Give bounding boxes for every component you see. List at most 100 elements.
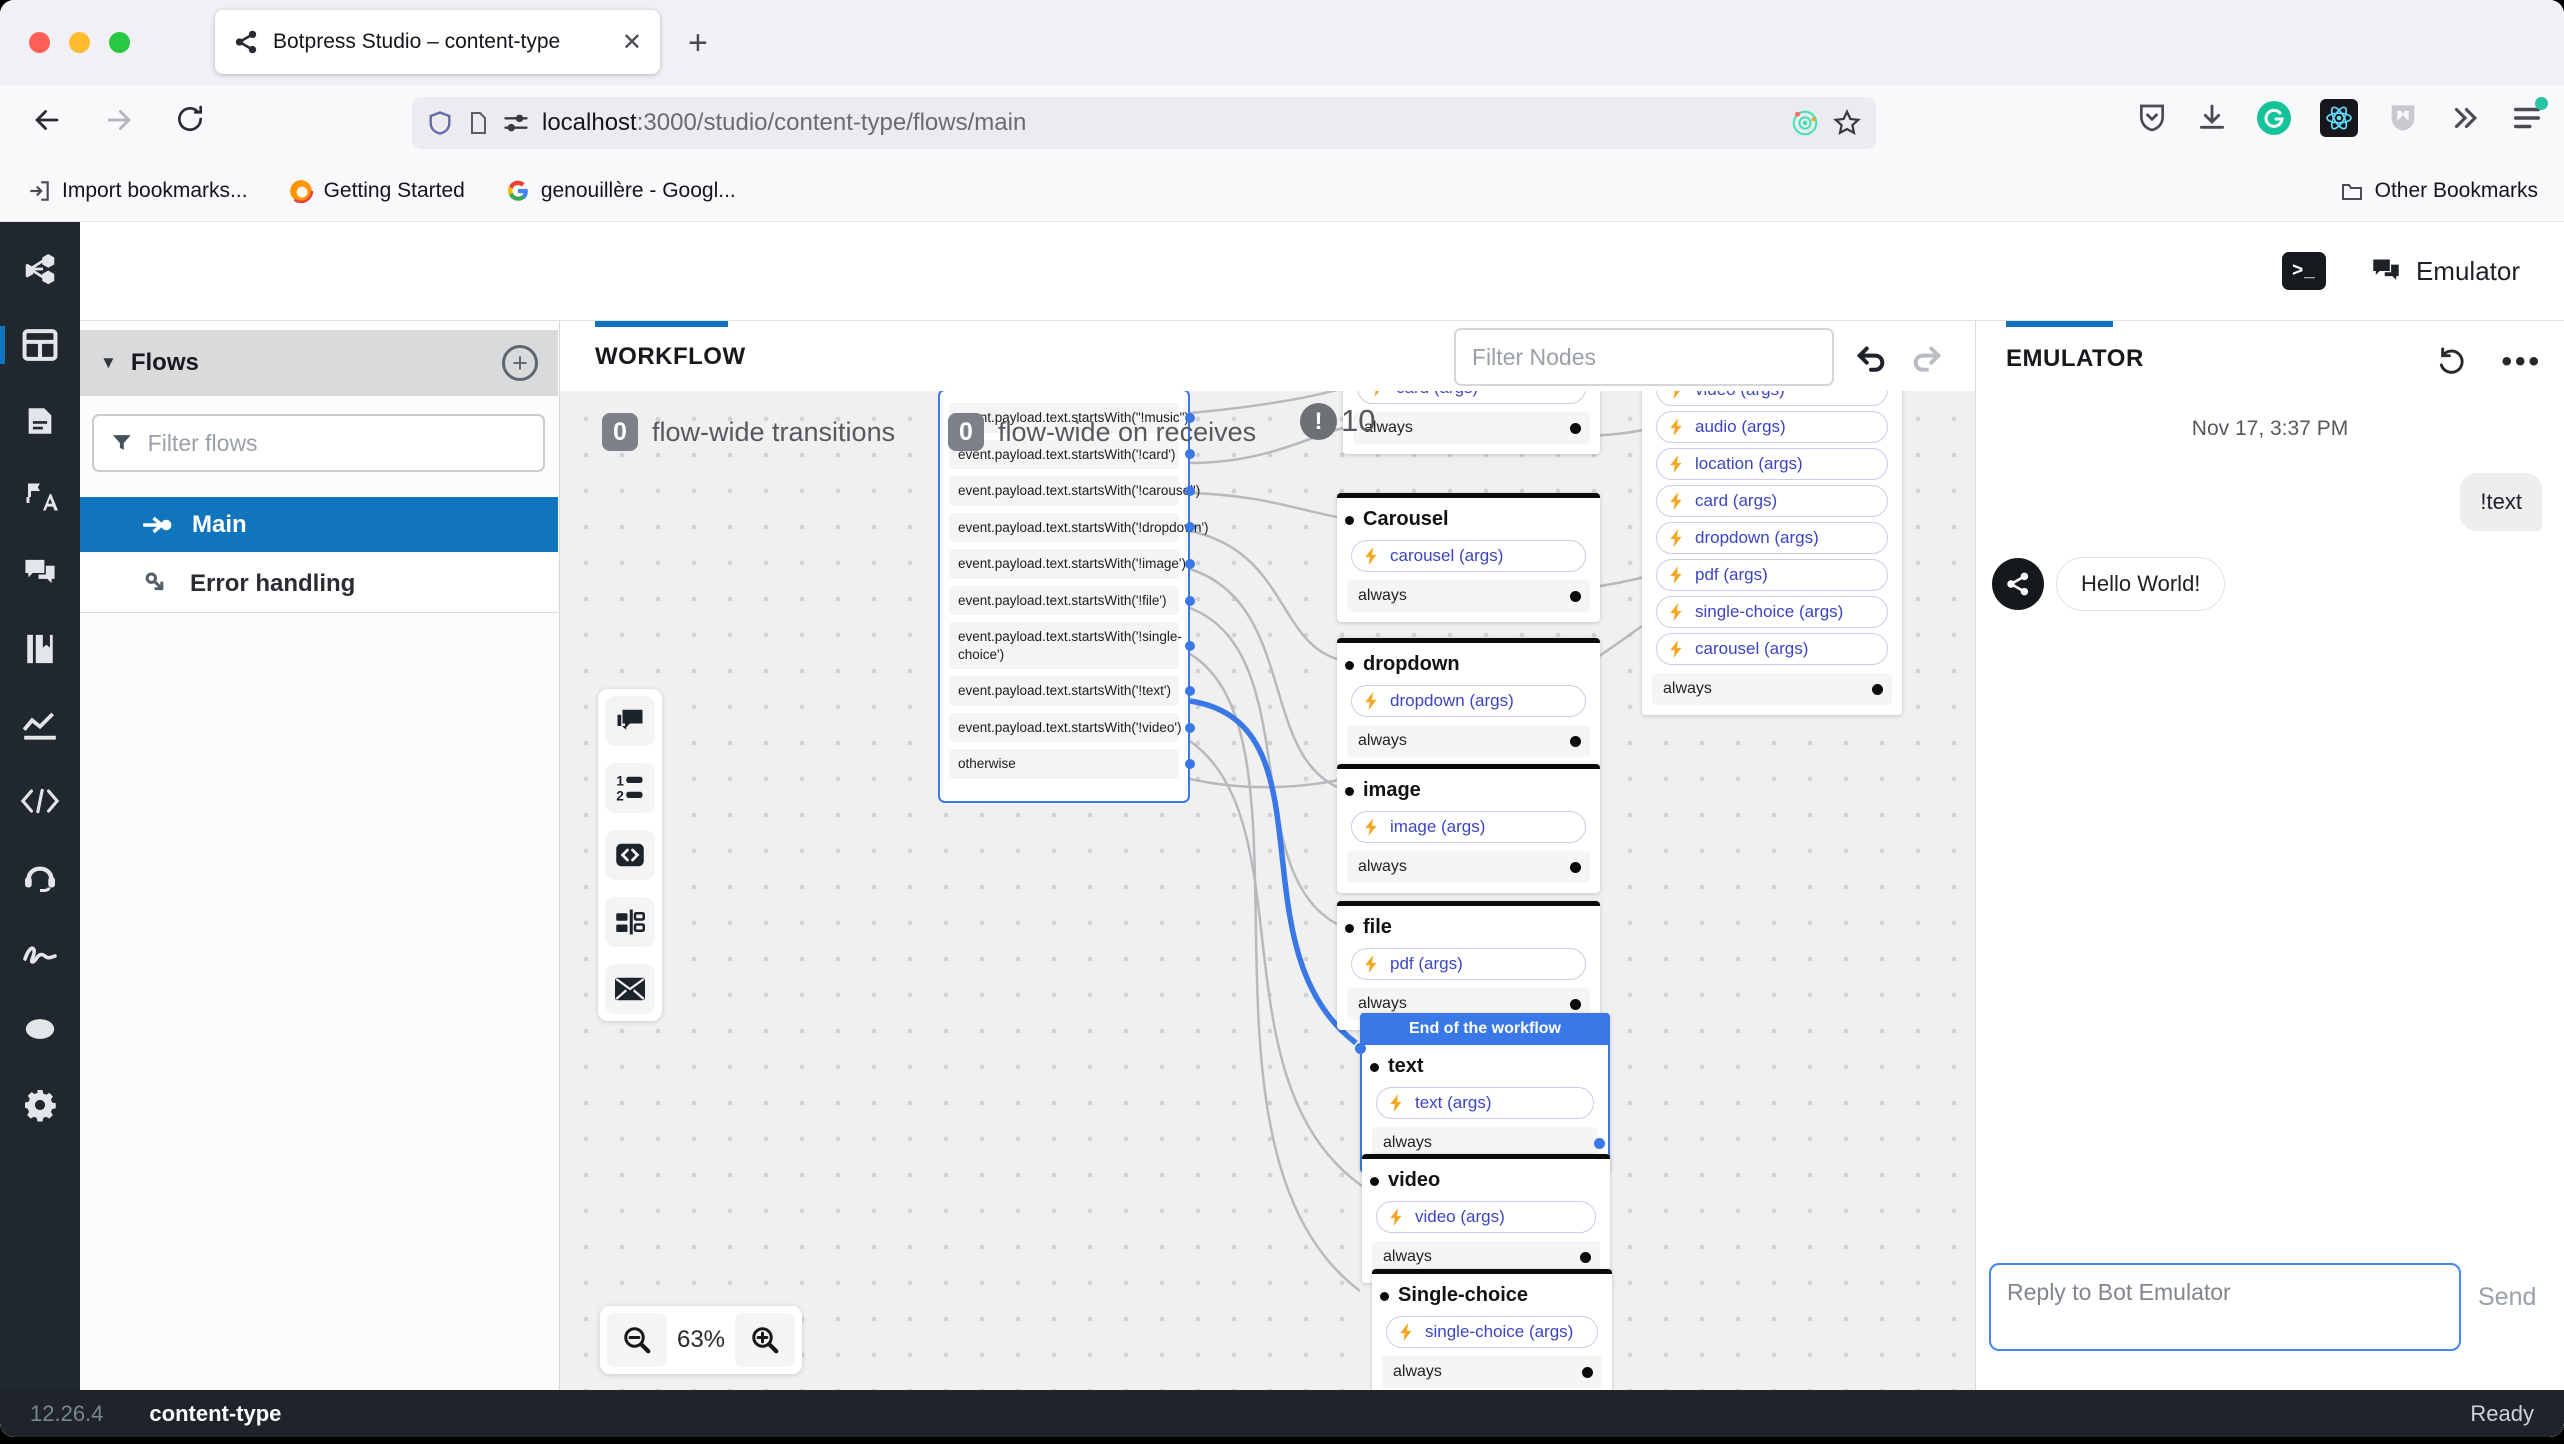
- node-action[interactable]: video (args): [1656, 391, 1888, 406]
- sidebar-misc-icon[interactable]: [17, 1006, 63, 1052]
- transition-output-port[interactable]: [1185, 559, 1195, 569]
- workflow-node-card[interactable]: card (args) always: [1343, 391, 1600, 454]
- workflow-node[interactable]: imageimage (args)always: [1337, 764, 1600, 893]
- add-intent-node-button[interactable]: [605, 964, 655, 1014]
- transition-condition-row[interactable]: event.payload.text.startsWith('!text'): [949, 676, 1179, 706]
- node-action[interactable]: audio (args): [1656, 411, 1888, 443]
- close-window-button[interactable]: [29, 32, 50, 53]
- sidebar-analytics-icon[interactable]: [17, 702, 63, 748]
- transition-condition-row[interactable]: event.payload.text.startsWith('!dropdown…: [949, 513, 1179, 543]
- react-devtools-icon[interactable]: [2320, 99, 2358, 137]
- node-action[interactable]: single-choice (args): [1386, 1316, 1598, 1348]
- sidebar-knowledge-icon[interactable]: [17, 626, 63, 672]
- workflow-canvas[interactable]: 0 flow-wide transitions 0 flow-wide on r…: [560, 391, 1975, 1390]
- output-port[interactable]: [1872, 684, 1883, 695]
- node-action[interactable]: image (args): [1351, 811, 1586, 843]
- send-button[interactable]: Send: [2478, 1283, 2536, 1312]
- tracking-protection-shield-icon[interactable]: [426, 108, 454, 138]
- output-port[interactable]: [1570, 591, 1581, 602]
- node-transition[interactable]: always: [1347, 580, 1590, 612]
- redo-icon[interactable]: [1910, 341, 1944, 373]
- workflow-node[interactable]: Single-choicesingle-choice (args)always: [1372, 1269, 1612, 1390]
- reply-box[interactable]: [1989, 1263, 2461, 1351]
- node-transition[interactable]: always: [1347, 851, 1590, 883]
- node-action[interactable]: carousel (args): [1656, 633, 1888, 665]
- minimize-window-button[interactable]: [69, 32, 90, 53]
- transition-output-port[interactable]: [1185, 723, 1195, 733]
- node-action[interactable]: dropdown (args): [1351, 685, 1586, 717]
- zoom-out-button[interactable]: [607, 1313, 667, 1367]
- sidebar-hitl-icon[interactable]: [17, 854, 63, 900]
- workflow-node[interactable]: filepdf (args)always: [1337, 901, 1600, 1030]
- output-port[interactable]: [1570, 862, 1581, 873]
- back-icon[interactable]: [30, 103, 64, 137]
- transition-condition-row[interactable]: event.payload.text.startsWith('!video'): [949, 713, 1179, 743]
- terminal-button[interactable]: >_: [2282, 252, 2326, 290]
- sidebar-flows-icon[interactable]: [17, 322, 63, 368]
- transition-output-port[interactable]: [1185, 486, 1195, 496]
- node-action[interactable]: single-choice (args): [1656, 596, 1888, 628]
- workflow-node[interactable]: videovideo (args)always: [1362, 1154, 1610, 1283]
- tab-close-icon[interactable]: ✕: [622, 28, 642, 57]
- transition-condition-row[interactable]: otherwise: [949, 749, 1179, 779]
- flow-filter-input[interactable]: [148, 430, 527, 457]
- output-port[interactable]: [1570, 736, 1581, 747]
- reset-conversation-icon[interactable]: [2436, 345, 2468, 377]
- node-action[interactable]: pdf (args): [1656, 559, 1888, 591]
- output-port[interactable]: [1570, 423, 1581, 434]
- workflow-node[interactable]: Carouselcarousel (args)always: [1337, 493, 1600, 622]
- add-say-node-button[interactable]: [605, 696, 655, 746]
- downloads-icon[interactable]: [2196, 101, 2228, 135]
- collapse-caret-icon[interactable]: ▼: [100, 353, 117, 373]
- transition-condition-row[interactable]: event.payload.text.startsWith('!file'): [949, 586, 1179, 616]
- transition-output-port[interactable]: [1185, 413, 1195, 423]
- node-action[interactable]: card (args): [1357, 391, 1586, 404]
- sidebar-conversations-icon[interactable]: [17, 550, 63, 596]
- transition-output-port[interactable]: [1185, 596, 1195, 606]
- flows-panel-header[interactable]: ▼ Flows +: [80, 330, 558, 396]
- botpress-logo-icon[interactable]: [17, 246, 63, 292]
- url-text[interactable]: localhost:3000/studio/content-type/flows…: [542, 109, 1778, 137]
- node-action[interactable]: dropdown (args): [1656, 522, 1888, 554]
- sidebar-content-icon[interactable]: [17, 398, 63, 444]
- output-port[interactable]: [1570, 999, 1581, 1010]
- node-transition[interactable]: always: [1353, 412, 1590, 444]
- node-filter-input[interactable]: [1472, 344, 1816, 371]
- flow-filter-box[interactable]: [92, 414, 545, 472]
- add-list-node-button[interactable]: 12: [605, 763, 655, 813]
- emulator-toggle-button[interactable]: Emulator: [2370, 256, 2520, 287]
- app-menu-icon[interactable]: [2510, 101, 2544, 135]
- add-flow-button[interactable]: +: [502, 345, 538, 381]
- bookmark-import[interactable]: Import bookmarks...: [26, 178, 248, 204]
- flow-wide-transitions-node[interactable]: event.payload.text.startsWith("!music") e…: [938, 391, 1190, 803]
- node-filter-box[interactable]: [1454, 328, 1834, 386]
- sidebar-settings-icon[interactable]: [17, 1082, 63, 1128]
- node-action[interactable]: video (args): [1376, 1201, 1596, 1233]
- workflow-node[interactable]: dropdowndropdown (args)always: [1337, 638, 1600, 767]
- overflow-chevrons-icon[interactable]: [2448, 101, 2482, 135]
- extension-shield-icon[interactable]: [2386, 100, 2420, 136]
- page-info-icon[interactable]: [466, 109, 490, 137]
- transition-condition-row[interactable]: event.payload.text.startsWith('!carousel…: [949, 476, 1179, 506]
- node-action[interactable]: carousel (args): [1351, 540, 1586, 572]
- bookmark-star-icon[interactable]: [1832, 108, 1862, 138]
- transition-output-port[interactable]: [1185, 641, 1195, 651]
- node-transition[interactable]: always: [1382, 1356, 1602, 1388]
- sidebar-translations-icon[interactable]: [17, 474, 63, 520]
- pocket-icon[interactable]: [2136, 101, 2168, 135]
- node-action[interactable]: text (args): [1376, 1087, 1594, 1119]
- sidebar-code-icon[interactable]: [17, 778, 63, 824]
- sidebar-item-error-handling-flow[interactable]: Error handling: [80, 556, 558, 611]
- output-port[interactable]: [1594, 1138, 1605, 1149]
- node-action[interactable]: pdf (args): [1351, 948, 1586, 980]
- transition-condition-row[interactable]: event.payload.text.startsWith("!music"): [949, 403, 1179, 433]
- node-action[interactable]: card (args): [1656, 485, 1888, 517]
- workflow-node-on-receive[interactable]: video (args)audio (args)location (args)c…: [1642, 391, 1902, 715]
- other-bookmarks[interactable]: Other Bookmarks: [2339, 179, 2538, 203]
- transition-condition-row[interactable]: event.payload.text.startsWith('!single-c…: [949, 622, 1179, 669]
- sidebar-signature-icon[interactable]: [17, 930, 63, 976]
- new-tab-button[interactable]: +: [688, 24, 708, 63]
- bookmark-getting-started[interactable]: Getting Started: [288, 178, 465, 204]
- node-transition[interactable]: always: [1347, 725, 1590, 757]
- grammarly-icon[interactable]: [2256, 100, 2292, 136]
